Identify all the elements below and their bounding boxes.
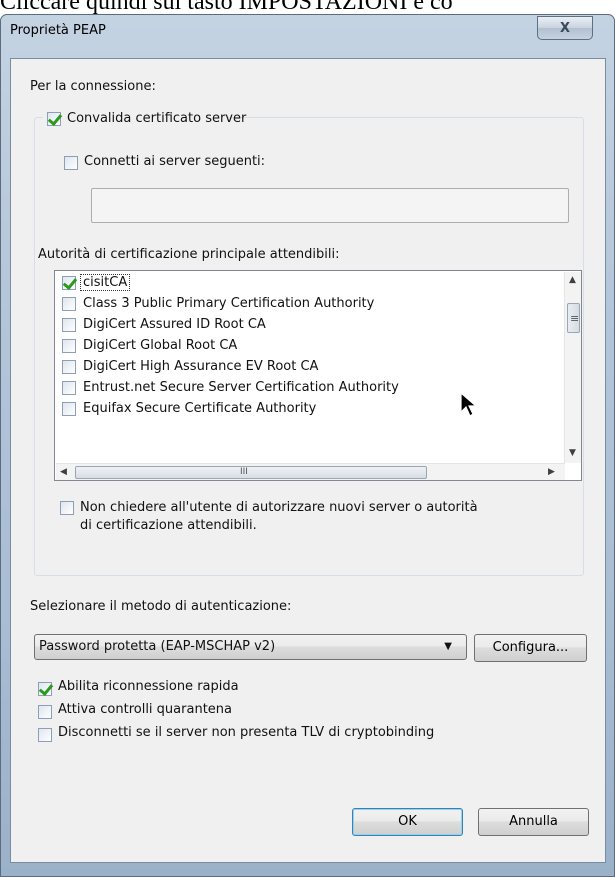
no-prompt-label-line1: Non chiedere all'utente di autorizzare n… — [80, 500, 478, 515]
configure-button[interactable]: Configura... — [474, 634, 587, 662]
scroll-left-arrow-icon[interactable]: ◀ — [60, 467, 67, 477]
ca-label: DigiCert High Assurance EV Root CA — [83, 359, 319, 374]
ca-checkbox[interactable] — [62, 360, 76, 374]
fast-reconnect-label: Abilita riconnessione rapida — [58, 679, 239, 694]
grip-icon: III — [240, 467, 248, 477]
fast-reconnect-checkbox[interactable] — [38, 682, 52, 696]
peap-properties-dialog: Proprietà PEAP X Per la connessione: Con… — [0, 14, 615, 877]
list-item[interactable]: DigiCert Assured ID Root CA — [56, 315, 564, 336]
scroll-up-arrow-icon[interactable]: ▲ — [569, 275, 576, 285]
no-prompt-checkbox[interactable] — [60, 501, 74, 515]
ca-label: Entrust.net Secure Server Certification … — [83, 380, 399, 395]
list-item[interactable]: DigiCert Global Root CA — [56, 336, 564, 357]
validate-cert-option[interactable]: Convalida certificato server — [43, 109, 246, 131]
connection-heading: Per la connessione: — [30, 79, 156, 94]
cancel-button[interactable]: Annulla — [478, 808, 589, 836]
close-button[interactable]: X — [537, 16, 593, 40]
ca-checkbox[interactable] — [62, 297, 76, 311]
close-icon: X — [559, 20, 571, 36]
quarantine-label: Attiva controlli quarantena — [58, 702, 232, 717]
servers-input[interactable] — [91, 188, 569, 223]
auth-method-value: Password protetta (EAP-MSCHAP v2) — [39, 639, 276, 654]
ca-checkbox[interactable] — [62, 381, 76, 395]
validate-cert-label: Convalida certificato server — [67, 111, 247, 126]
mouse-pointer-icon — [460, 392, 478, 417]
horizontal-scroll-thumb[interactable]: III — [75, 466, 427, 479]
trusted-ca-list[interactable]: cisitCA Class 3 Public Primary Certifica… — [54, 270, 582, 481]
validate-cert-checkbox[interactable] — [47, 112, 61, 126]
ca-checkbox[interactable] — [62, 339, 76, 353]
ca-checkbox[interactable] — [62, 402, 76, 416]
connect-servers-label: Connetti ai server seguenti: — [84, 154, 266, 169]
scroll-right-arrow-icon[interactable]: ▶ — [548, 467, 555, 477]
cryptobinding-label: Disconnetti se il server non presenta TL… — [58, 725, 435, 740]
list-item[interactable]: Equifax Secure Certificate Authority — [56, 399, 564, 420]
grip-icon: ≡ — [570, 312, 580, 325]
ca-label: DigiCert Assured ID Root CA — [83, 317, 266, 332]
list-item[interactable]: Class 3 Public Primary Certification Aut… — [56, 294, 564, 315]
ca-checkbox[interactable] — [62, 276, 76, 290]
scroll-down-arrow-icon[interactable]: ▼ — [569, 448, 576, 458]
cryptobinding-checkbox[interactable] — [38, 728, 52, 742]
ca-checkbox[interactable] — [62, 318, 76, 332]
list-item[interactable]: DigiCert High Assurance EV Root CA — [56, 357, 564, 378]
quarantine-checkbox[interactable] — [38, 705, 52, 719]
horizontal-scrollbar[interactable]: ◀ III ▶ — [56, 463, 565, 480]
ca-label: Class 3 Public Primary Certification Aut… — [83, 296, 375, 311]
ca-label: cisitCA — [79, 274, 131, 291]
dialog-title: Proprietà PEAP — [10, 23, 106, 38]
list-item[interactable]: cisitCA — [56, 273, 564, 294]
dialog-client-area: Per la connessione: Convalida certificat… — [10, 58, 606, 863]
list-item[interactable]: Entrust.net Secure Server Certification … — [56, 378, 564, 399]
ca-label: DigiCert Global Root CA — [83, 338, 238, 353]
ok-button[interactable]: OK — [352, 808, 463, 836]
auth-method-heading: Selezionare il metodo di autenticazione: — [30, 599, 292, 614]
connect-servers-checkbox[interactable] — [64, 156, 78, 170]
vertical-scroll-thumb[interactable]: ≡ — [567, 303, 580, 333]
no-prompt-option[interactable]: Non chiedere all'utente di autorizzare n… — [60, 500, 570, 540]
chevron-down-icon: ▼ — [444, 641, 452, 652]
no-prompt-label-line2: di certificazione attendibili. — [80, 518, 257, 533]
ca-label: Equifax Secure Certificate Authority — [83, 401, 317, 416]
trusted-ca-heading: Autorità di certificazione principale at… — [38, 247, 340, 262]
vertical-scrollbar[interactable]: ▲ ≡ ▼ — [564, 272, 581, 463]
auth-method-select[interactable]: Password protetta (EAP-MSCHAP v2) ▼ — [34, 634, 467, 660]
